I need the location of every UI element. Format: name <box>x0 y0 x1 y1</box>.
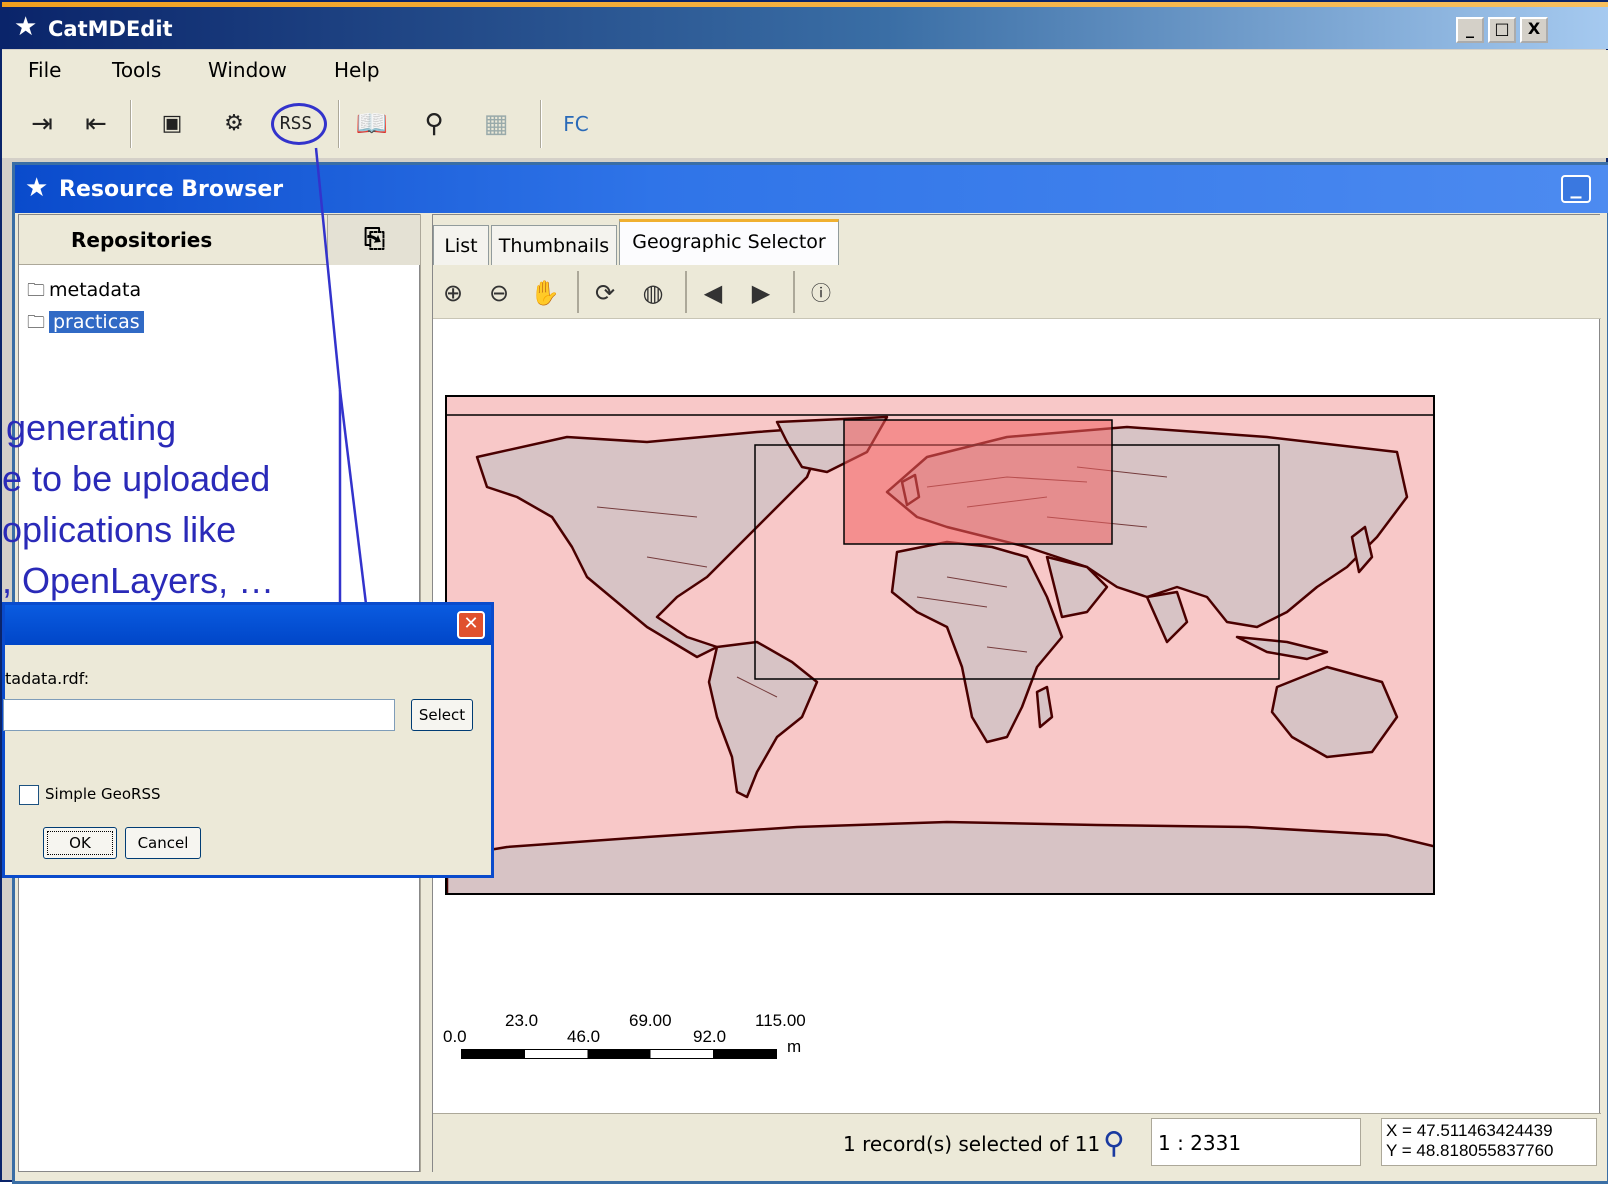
zoom-out-icon[interactable]: ⊖ <box>479 273 519 313</box>
dialog-close-icon[interactable]: ✕ <box>457 611 485 639</box>
menu-bar: File Tools Window Help <box>2 50 1608 90</box>
scale-label-115: 115.00 <box>755 1011 806 1030</box>
simple-georss-checkbox[interactable] <box>19 785 39 805</box>
export-icon[interactable]: ⇤ <box>74 102 118 146</box>
map-scale-field[interactable]: 1 : 2331 <box>1151 1118 1361 1166</box>
view-tabs: List Thumbnails Geographic Selector <box>433 215 1601 265</box>
toolbar-separator <box>540 100 542 148</box>
antarctica <box>447 820 1433 893</box>
simple-georss-label: Simple GeoRSS <box>45 785 161 803</box>
repository-tree: 🗀 metadata 🗀 practicas <box>27 275 144 339</box>
cancel-button[interactable]: Cancel <box>125 827 201 859</box>
menu-help[interactable]: Help <box>334 58 380 82</box>
panel-minimize-button[interactable]: _ <box>1561 175 1591 203</box>
title-bar: ★ CatMDEdit _ □ X <box>2 7 1608 49</box>
indonesia <box>1235 635 1329 661</box>
rss-highlight-circle <box>271 103 327 145</box>
annotation-line: oplications like <box>2 509 237 550</box>
book-icon[interactable]: 📖 <box>350 102 394 146</box>
geographic-pane: List Thumbnails Geographic Selector ⊕ ⊖ … <box>432 214 1601 1173</box>
open-repository-icon[interactable]: ⎘ <box>327 215 421 265</box>
window-title: CatMDEdit <box>48 17 173 41</box>
annotation-text: generating e to be uploaded oplications … <box>2 402 332 606</box>
ok-button[interactable]: OK <box>43 827 117 859</box>
maximize-button[interactable]: □ <box>1488 17 1516 43</box>
scale-label-69: 69.00 <box>629 1011 672 1030</box>
pan-hand-icon[interactable]: ✋ <box>525 273 565 313</box>
metadata-icon[interactable]: ▣ <box>150 102 194 146</box>
repositories-header: Repositories ⎘ <box>19 215 421 265</box>
georss-export-dialog: ✕ tadata.rdf: Select Simple GeoRSS OK Ca… <box>2 602 494 878</box>
file-label: tadata.rdf: <box>5 669 90 688</box>
scale-label-46: 46.0 <box>567 1027 601 1046</box>
map-toolbar-separator <box>793 271 795 313</box>
madagascar <box>1035 685 1054 729</box>
annotation-line: generating <box>6 407 177 448</box>
tab-list[interactable]: List <box>433 225 489 265</box>
map-toolbar: ⊕ ⊖ ✋ ⟳ ◍ ◀ ▶ ⓘ <box>433 265 1601 319</box>
repositories-title: Repositories <box>71 228 213 252</box>
grid-icon[interactable]: ▦ <box>474 102 518 146</box>
globe-icon[interactable]: ◍ <box>633 273 673 313</box>
map-toolbar-separator <box>685 271 687 313</box>
scale-unit: m <box>787 1037 802 1056</box>
properties-icon[interactable]: ⚙ <box>212 102 256 146</box>
scale-label-0: 0.0 <box>443 1027 467 1046</box>
app-star-icon: ★ <box>14 12 38 42</box>
scale-bar: 23.0 69.00 115.00 0.0 46.0 92.0 m <box>443 1011 863 1081</box>
south-america <box>707 640 819 799</box>
walker-icon: ⚲ <box>1103 1126 1125 1161</box>
info-icon[interactable]: ⓘ <box>801 273 841 313</box>
tree-item-metadata[interactable]: 🗀 metadata <box>27 275 144 307</box>
scale-label-92: 92.0 <box>693 1027 727 1046</box>
menu-tools[interactable]: Tools <box>112 58 161 82</box>
x-coordinate: X = 47.511463424439 <box>1386 1121 1553 1140</box>
close-button[interactable]: X <box>1520 17 1548 43</box>
tab-thumbnails[interactable]: Thumbnails <box>491 225 617 265</box>
y-coordinate: Y = 48.818055837760 <box>1386 1141 1554 1160</box>
import-icon[interactable]: ⇥ <box>20 102 64 146</box>
world-map[interactable] <box>445 395 1435 895</box>
menu-window[interactable]: Window <box>208 58 287 82</box>
world-map-canvas <box>447 414 1433 893</box>
australia <box>1270 665 1399 759</box>
annotation-line: e to be uploaded <box>2 458 271 499</box>
minimize-button[interactable]: _ <box>1456 17 1484 43</box>
africa <box>890 540 1064 744</box>
zoom-in-icon[interactable]: ⊕ <box>433 273 473 313</box>
panel-title: Resource Browser <box>59 177 284 202</box>
folder-icon: 🗀 <box>27 280 45 301</box>
dialog-title-bar: ✕ <box>5 605 491 645</box>
panel-star-icon: ★ <box>25 173 49 203</box>
toolbar-separator <box>130 100 132 148</box>
annotation-line: , OpenLayers, … <box>2 560 275 601</box>
status-bar: 1 record(s) selected of 11 ⚲ 1 : 2331 X … <box>433 1113 1601 1173</box>
refresh-icon[interactable]: ⟳ <box>585 273 625 313</box>
toolbar-separator <box>338 100 340 148</box>
coordinates-readout: X = 47.511463424439 Y = 48.818055837760 <box>1381 1118 1597 1166</box>
scale-label-23: 23.0 <box>505 1011 539 1030</box>
hierarchy-icon[interactable]: ⚲ <box>412 102 456 146</box>
india <box>1145 590 1189 644</box>
records-status: 1 record(s) selected of 11 <box>843 1132 1101 1156</box>
panel-header: ★ Resource Browser _ <box>15 165 1608 213</box>
zoom-next-icon[interactable]: ▶ <box>741 273 781 313</box>
tab-geographic-selector[interactable]: Geographic Selector <box>619 219 839 265</box>
tree-item-practicas[interactable]: 🗀 practicas <box>27 307 144 339</box>
scale-bar-graphic <box>461 1049 777 1059</box>
select-button[interactable]: Select <box>411 699 473 731</box>
menu-file[interactable]: File <box>28 58 61 82</box>
catmdedit-window: ★ CatMDEdit _ □ X File Tools Window Help… <box>0 0 1608 1184</box>
folder-icon: 🗀 <box>27 312 45 333</box>
zoom-previous-icon[interactable]: ◀ <box>693 273 733 313</box>
fc-button[interactable]: FC <box>554 102 598 146</box>
north-america <box>475 425 829 659</box>
file-path-input[interactable] <box>3 699 395 731</box>
map-toolbar-separator <box>577 271 579 313</box>
main-toolbar: ⇥ ⇤ ▣ ⚙ RSS 📖 ⚲ ▦ FC <box>2 90 1608 158</box>
